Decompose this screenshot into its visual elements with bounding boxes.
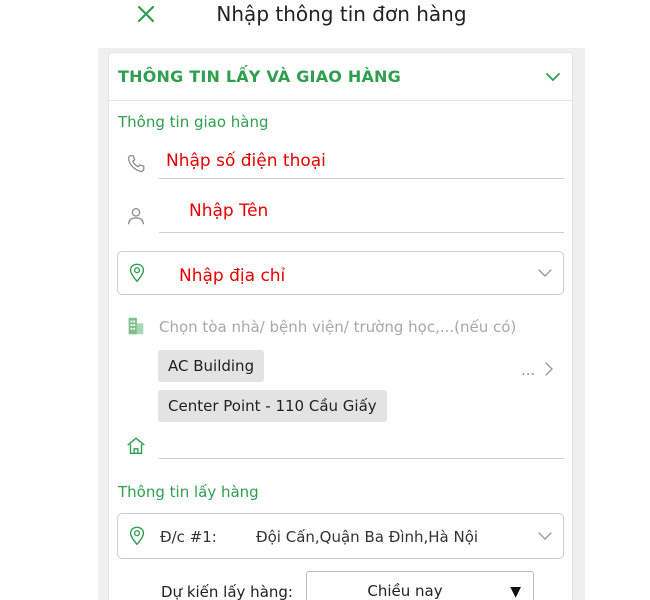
- name-hint: Nhập Tên: [189, 201, 269, 221]
- pickup-info-title: Thông tin lấy hàng: [118, 483, 259, 501]
- chevron-down-icon[interactable]: [537, 265, 553, 281]
- pickup-address-value: Đội Cấn,Quận Ba Đình,Hà Nội: [256, 528, 479, 546]
- pickup-address-select[interactable]: Đ/c #1: Đội Cấn,Quận Ba Đình,Hà Nội: [117, 513, 564, 559]
- phone-input[interactable]: Nhập số điện thoại: [159, 149, 564, 179]
- building-icon: [128, 317, 144, 335]
- expected-pickup-label: Dự kiến lấy hàng:: [161, 583, 293, 600]
- chevron-down-icon[interactable]: [544, 68, 562, 86]
- location-pin-icon: [129, 263, 145, 283]
- suggestion-chip[interactable]: AC Building: [158, 350, 265, 382]
- app-header: Nhập thông tin đơn hàng: [98, 0, 585, 48]
- page-title: Nhập thông tin đơn hàng: [216, 2, 467, 26]
- expected-pickup-select[interactable]: Chiều nay ▼: [306, 571, 534, 600]
- address-input[interactable]: Nhập địa chỉ: [117, 251, 564, 295]
- pickup-address-label: Đ/c #1:: [160, 528, 217, 546]
- more-indicator[interactable]: ...: [521, 361, 535, 379]
- address-detail-input[interactable]: [159, 429, 564, 459]
- suggestion-chip[interactable]: Center Point - 110 Cầu Giấy: [158, 390, 387, 422]
- dropdown-arrow-icon[interactable]: ▼: [510, 584, 521, 600]
- location-pin-icon: [129, 526, 145, 546]
- order-info-card: THÔNG TIN LẤY VÀ GIAO HÀNG Thông tin gia…: [108, 52, 573, 600]
- phone-icon: [127, 155, 145, 173]
- chevron-down-icon[interactable]: [537, 528, 553, 544]
- expected-pickup-value: Chiều nay: [367, 582, 443, 600]
- phone-hint: Nhập số điện thoại: [166, 151, 326, 171]
- section-title: THÔNG TIN LẤY VÀ GIAO HÀNG: [118, 67, 401, 86]
- delivery-info-title: Thông tin giao hàng: [118, 113, 269, 131]
- user-icon: [128, 208, 144, 225]
- chevron-right-icon[interactable]: [541, 361, 557, 377]
- address-hint: Nhập địa chỉ: [179, 266, 286, 286]
- building-select[interactable]: Chọn tòa nhà/ bệnh viện/ trường học,...(…: [159, 318, 516, 336]
- name-input[interactable]: Nhập Tên: [159, 199, 564, 233]
- home-icon: [127, 437, 145, 455]
- section-header[interactable]: THÔNG TIN LẤY VÀ GIAO HÀNG: [109, 53, 572, 101]
